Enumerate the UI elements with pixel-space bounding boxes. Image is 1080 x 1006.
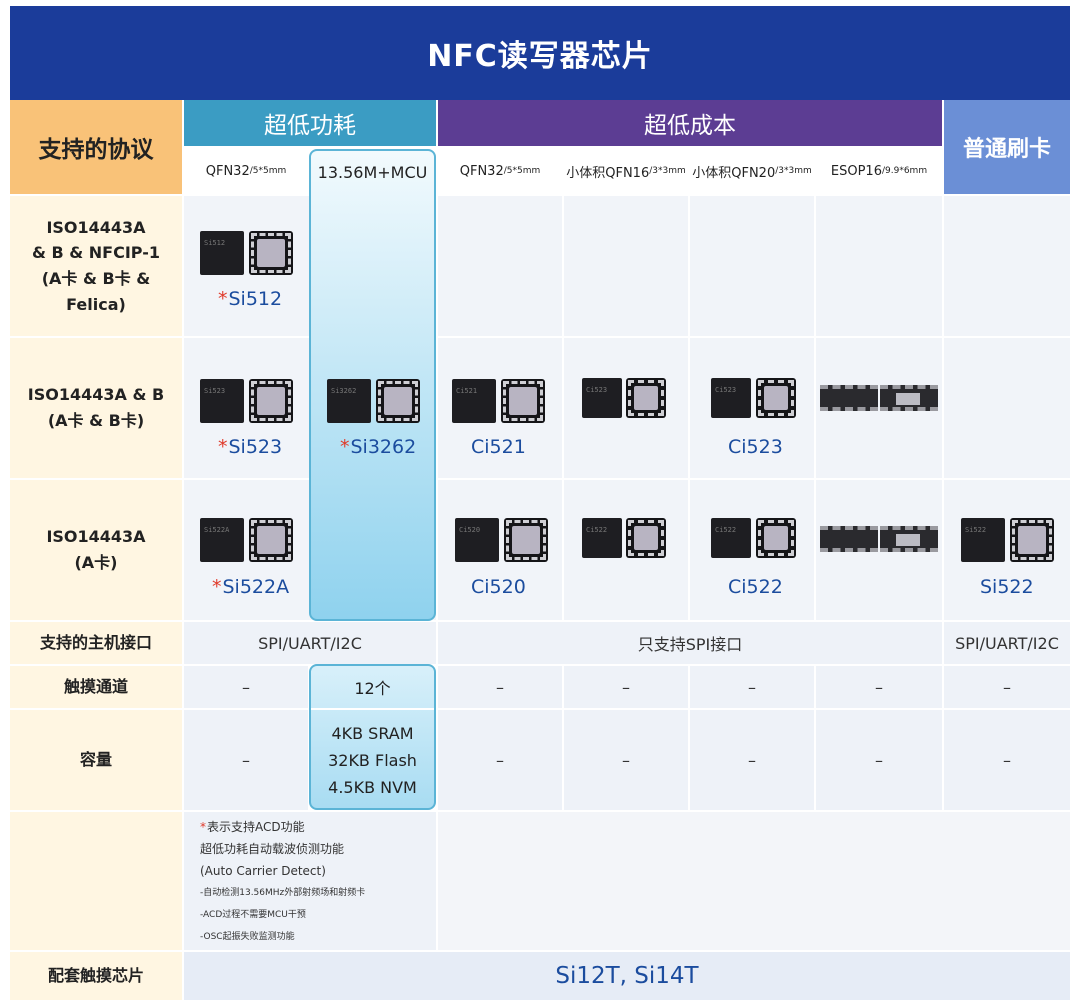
chip-image-ci521-bottom: [501, 379, 545, 423]
chip-name-si522: Si522: [980, 576, 1034, 598]
touch-c7: –: [944, 666, 1070, 708]
chip-image-qfn16-r3: Ci522: [582, 518, 622, 558]
capacity-c5: –: [690, 710, 814, 810]
chip-image-ci521: Ci521: [452, 379, 496, 423]
chip-image-ci520: Ci520: [455, 518, 499, 562]
chip-image-si512-bottom: [249, 231, 293, 275]
chip-image-ci520-bottom: [504, 518, 548, 562]
group-normal: 普通刷卡: [944, 100, 1070, 194]
chip-image-si523: Si523: [200, 379, 244, 423]
sub-qfn16: 小体积QFN16/3*3mm: [564, 148, 688, 194]
chip-image-si523-bottom: [249, 379, 293, 423]
sub-qfn20: 小体积QFN20/3*3mm: [690, 148, 814, 194]
row-label-3: ISO14443A (A卡): [10, 480, 182, 620]
row-label-1: ISO14443A & B & NFCIP-1 (A卡 & B卡 & Felica): [10, 196, 182, 336]
chip-image-esop16-r2: [820, 385, 878, 411]
capacity-mcu: 4KB SRAM 32KB Flash 4.5KB NVM: [328, 723, 417, 797]
row-label-2: ISO14443A & B (A卡 & B卡): [10, 338, 182, 478]
chip-image-si522: Si522: [961, 518, 1005, 562]
group-low-power: 超低功耗: [184, 100, 436, 146]
chip-name-ci522: Ci522: [728, 576, 783, 598]
capacity-c4: –: [564, 710, 688, 810]
chip-image-si522-bottom: [1010, 518, 1054, 562]
interface-label: 支持的主机接口: [10, 622, 182, 664]
capacity-label: 容量: [10, 710, 182, 810]
chip-image-esop16-r3: [820, 526, 878, 552]
touch-c1: –: [184, 666, 308, 708]
notes-label: [10, 812, 182, 950]
chip-image-qfn16-r2-bottom: [626, 378, 666, 418]
group-low-cost: 超低成本: [438, 100, 942, 146]
chip-name-ci523: Ci523: [728, 436, 783, 458]
touch-label: 触摸通道: [10, 666, 182, 708]
interface-low-cost: 只支持SPI接口: [438, 622, 942, 664]
chip-image-si522a: Si522A: [200, 518, 244, 562]
chip-image-si512: Si512: [200, 231, 244, 275]
acd-notes: *表示支持ACD功能 超低功耗自动载波侦测功能 (Auto Carrier De…: [184, 812, 436, 950]
header-protocol: 支持的协议: [10, 100, 182, 194]
touch-c5: –: [690, 666, 814, 708]
chip-image-qfn16-r3-bottom: [626, 518, 666, 558]
chip-name-si523: *Si523: [218, 436, 283, 458]
chip-image-si3262: Si3262: [327, 379, 371, 423]
touch-c6: –: [816, 666, 942, 708]
sub-esop16: ESOP16/9.9*6mm: [816, 148, 942, 194]
sub-mcu: 13.56M+MCU: [317, 162, 428, 182]
chip-name-ci521: Ci521: [471, 436, 526, 458]
chip-image-ci523: Ci523: [711, 378, 751, 418]
touch-c3: –: [438, 666, 562, 708]
chip-image-ci523-bottom: [756, 378, 796, 418]
chip-name-ci520: Ci520: [471, 576, 526, 598]
chip-name-si522a: *Si522A: [212, 576, 290, 598]
chip-image-si3262-bottom: [376, 379, 420, 423]
footer-label: 配套触摸芯片: [10, 952, 182, 1000]
sub-qfn32-b: QFN32/5*5mm: [438, 148, 562, 194]
notes-blank: [438, 812, 1070, 950]
chip-image-ci522-bottom: [756, 518, 796, 558]
page-title: NFC读写器芯片: [10, 6, 1070, 100]
chip-image-qfn16-r2: Ci523: [582, 378, 622, 418]
chip-image-esop16-r2-bottom: [880, 385, 938, 411]
interface-normal: SPI/UART/I2C: [944, 622, 1070, 664]
touch-mcu: 12个: [354, 679, 391, 698]
touch-c4: –: [564, 666, 688, 708]
chip-image-ci522: Ci522: [711, 518, 751, 558]
capacity-c3: –: [438, 710, 562, 810]
chip-name-si3262: *Si3262: [340, 436, 417, 458]
chip-image-esop16-r3-bottom: [880, 526, 938, 552]
chip-name-si512: *Si512: [218, 288, 283, 310]
capacity-c7: –: [944, 710, 1070, 810]
chip-image-si522a-bottom: [249, 518, 293, 562]
footer-touch-chips: Si12T, Si14T: [184, 952, 1070, 1000]
interface-low-power: SPI/UART/I2C: [184, 622, 436, 664]
capacity-c6: –: [816, 710, 942, 810]
capacity-c1: –: [184, 710, 308, 810]
sub-qfn32-a: QFN32/5*5mm: [184, 148, 308, 194]
